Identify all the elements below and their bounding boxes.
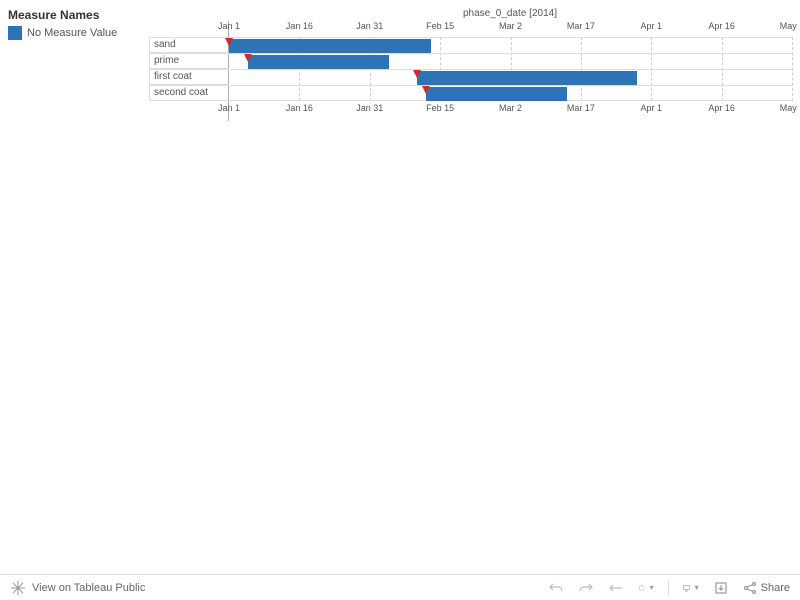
gantt-bar[interactable] (248, 55, 389, 69)
gantt-bar[interactable] (426, 87, 567, 101)
legend: Measure Names No Measure Value (8, 8, 148, 121)
axis-tick: Jan 31 (356, 21, 383, 31)
axis-tick: May 1 (780, 21, 800, 31)
undo-button[interactable] (548, 580, 564, 596)
axis-tick: Mar 2 (499, 21, 522, 31)
axis-tick: Mar 2 (499, 103, 522, 113)
axis-tick: Jan 1 (218, 103, 240, 113)
marker-icon (413, 70, 421, 78)
marker-icon (225, 38, 233, 46)
revert-button[interactable] (608, 580, 624, 596)
download-button[interactable] (713, 580, 729, 596)
axis-tick: Apr 16 (708, 103, 735, 113)
gantt-row[interactable] (229, 69, 792, 85)
axis-tick: Feb 15 (426, 21, 454, 31)
axis-tick: Apr 1 (640, 21, 662, 31)
axis-tick: Jan 16 (286, 103, 313, 113)
axis-tick: Jan 1 (218, 21, 240, 31)
gantt-row[interactable] (229, 53, 792, 69)
axis-tick: Mar 17 (567, 103, 595, 113)
view-on-tableau-button[interactable]: View on Tableau Public (32, 582, 145, 594)
axis-title-top: phase_0_date [2014] (228, 8, 792, 19)
refresh-button[interactable]: ▾ (638, 580, 654, 596)
share-button[interactable]: Share (743, 581, 790, 595)
axis-tick: Mar 17 (567, 21, 595, 31)
legend-item-label: No Measure Value (27, 27, 117, 39)
marker-icon (422, 86, 430, 94)
gantt-chart[interactable]: sandprimefirst coatsecond coat Jan 1Jan … (228, 21, 792, 121)
redo-button[interactable] (578, 580, 594, 596)
gantt-bar[interactable] (417, 71, 638, 85)
gantt-row[interactable] (229, 37, 792, 53)
presentation-button[interactable]: ▾ (683, 580, 699, 596)
row-label: sand (149, 37, 229, 53)
row-label: prime (149, 53, 229, 69)
gantt-row[interactable] (229, 85, 792, 101)
marker-icon (244, 54, 252, 62)
axis-tick: Jan 31 (356, 103, 383, 113)
share-label: Share (761, 582, 790, 594)
axis-tick: Jan 16 (286, 21, 313, 31)
toolbar: View on Tableau Public ▾ ▾ Share (0, 574, 800, 600)
axis-tick: Apr 1 (640, 103, 662, 113)
legend-swatch (8, 26, 22, 40)
tableau-logo-icon (10, 580, 26, 596)
chart-area: phase_0_date [2014] sandprimefirst coats… (148, 8, 792, 121)
axis-tick: Feb 15 (426, 103, 454, 113)
axis-tick: Apr 16 (708, 21, 735, 31)
axis-tick: May 1 (780, 103, 800, 113)
row-label: second coat (149, 85, 229, 101)
row-label: first coat (149, 69, 229, 85)
legend-title: Measure Names (8, 8, 138, 22)
gantt-bar[interactable] (229, 39, 431, 53)
toolbar-divider (668, 580, 669, 596)
legend-item[interactable]: No Measure Value (8, 26, 138, 40)
